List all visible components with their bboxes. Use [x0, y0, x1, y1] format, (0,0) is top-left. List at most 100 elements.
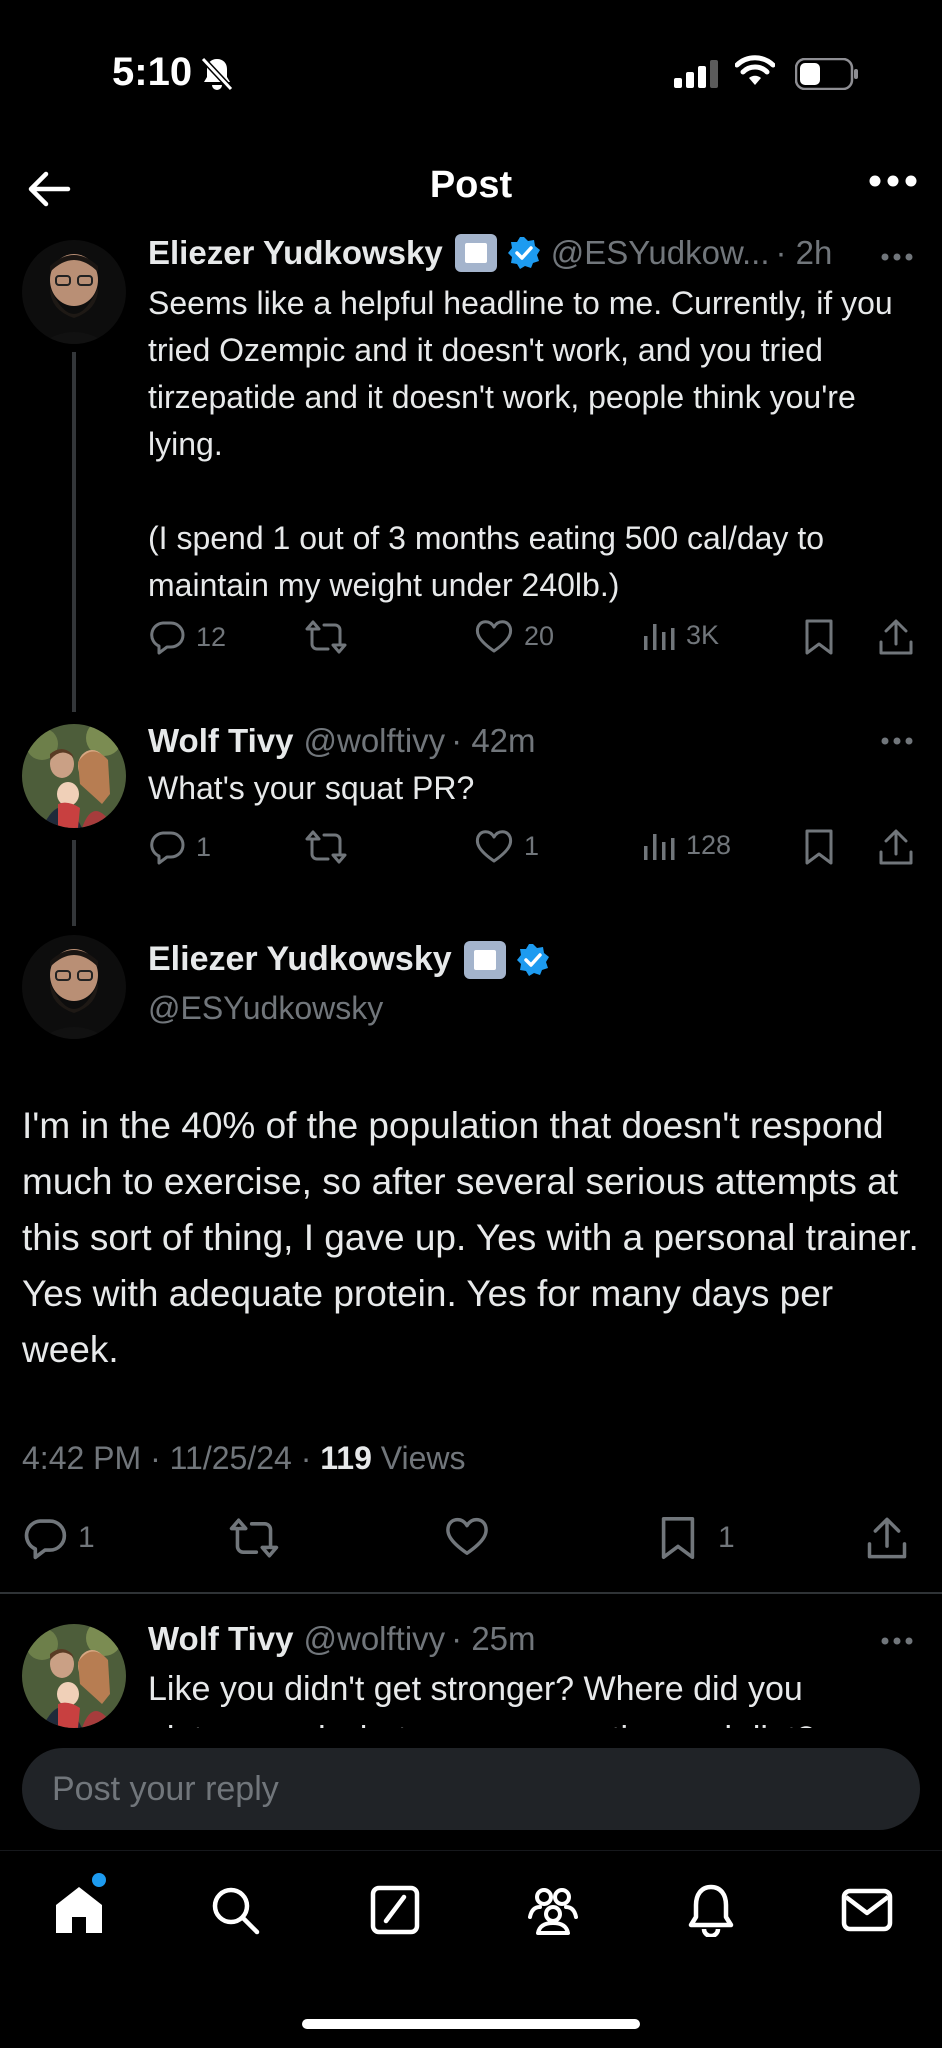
views-icon [644, 834, 675, 860]
repost-button[interactable] [304, 618, 348, 656]
post-time: · 42m [451, 722, 536, 759]
like-button[interactable] [444, 1515, 490, 1557]
nav-notifications[interactable] [686, 1883, 736, 1937]
reply-button[interactable]: 1 [148, 828, 211, 866]
repost-button[interactable] [228, 1515, 280, 1561]
reply-composer [0, 1728, 942, 1848]
verified-badge-icon [507, 236, 541, 270]
reply-input[interactable] [22, 1748, 920, 1830]
view-count: 3K [686, 619, 720, 650]
status-time: 5:10 [112, 50, 193, 94]
reply-button[interactable]: 12 [148, 618, 226, 656]
reply-button[interactable]: 1 [22, 1515, 95, 1561]
avatar-wolf-tivy[interactable] [22, 724, 126, 828]
bookmark-button[interactable] [804, 618, 834, 656]
avatar-eliezer[interactable] [22, 935, 126, 1039]
tweet-actions: 1 1 128 [148, 828, 928, 878]
reply-count: 1 [196, 831, 212, 862]
like-count: 20 [524, 620, 555, 651]
post-metadata: 4:42 PM · 11/25/24 · 119 Views [22, 1440, 466, 1477]
author-handle[interactable]: @wolftivy [303, 722, 445, 760]
notification-dot [92, 1873, 106, 1887]
bookmark-count: 1 [718, 1521, 735, 1554]
tweet-more-icon[interactable] [880, 1636, 914, 1646]
more-icon[interactable] [868, 174, 918, 188]
author-name[interactable]: Wolf Tivy [148, 1620, 293, 1658]
bookmark-icon [805, 829, 833, 865]
bookmark-button[interactable]: 1 [660, 1515, 735, 1561]
cellular-signal-icon [674, 60, 718, 88]
tweet-header: Wolf Tivy @wolftivy · 42m [148, 722, 536, 760]
repost-button[interactable] [304, 828, 348, 866]
like-count: 1 [524, 830, 540, 861]
affiliate-badge-icon [454, 234, 497, 272]
share-icon [879, 619, 913, 655]
messages-icon [841, 1888, 893, 1932]
home-indicator [302, 2019, 640, 2029]
wifi-icon [735, 55, 775, 87]
main-author-name-row: Eliezer Yudkowsky [148, 940, 550, 979]
tweet-actions: 12 20 3K [148, 618, 928, 668]
verified-badge-icon [516, 943, 550, 977]
post-time: · 2h [775, 234, 833, 271]
avatar-eliezer[interactable] [22, 240, 126, 344]
reply-count: 12 [196, 621, 227, 652]
tweet-paragraph: (I spend 1 out of 3 months eating 500 ca… [148, 520, 824, 603]
views-label: Views [371, 1440, 466, 1476]
thread-line [72, 352, 76, 712]
share-button[interactable] [866, 1515, 908, 1561]
tweet-header: Eliezer Yudkowsky @ESYudkow... · 2h [148, 234, 832, 272]
views-icon [644, 624, 675, 650]
tweet-body: What's your squat PR? [148, 770, 475, 806]
share-icon [879, 829, 913, 865]
nav-home[interactable] [52, 1883, 106, 1937]
like-button[interactable]: 1 [474, 828, 539, 864]
tweet-body: Like you didn't get stronger? Where did … [148, 1670, 815, 1728]
like-icon [475, 830, 513, 863]
like-icon [446, 1517, 488, 1555]
view-count: 128 [686, 829, 732, 860]
share-button[interactable] [878, 828, 914, 866]
affiliate-badge-icon [463, 940, 506, 979]
compose-icon [370, 1885, 420, 1935]
thread-line [72, 840, 76, 926]
views-button[interactable]: 128 [642, 828, 731, 862]
communities-icon [528, 1888, 578, 1935]
search-icon [212, 1887, 260, 1935]
share-icon [867, 1517, 907, 1559]
tweet-paragraph: Seems like a helpful headline to me. Cur… [148, 285, 893, 462]
author-name[interactable]: Eliezer Yudkowsky [148, 940, 452, 979]
status-bar: 5:10 [0, 0, 942, 150]
nav-messages[interactable] [840, 1883, 894, 1937]
author-handle[interactable]: @wolftivy [303, 1620, 445, 1658]
views-button[interactable]: 3K [642, 618, 719, 652]
tweet-more-icon[interactable] [880, 252, 914, 262]
page-title: Post [429, 164, 513, 206]
author-name[interactable]: Wolf Tivy [148, 722, 293, 760]
bell-muted-icon [200, 56, 234, 92]
bookmark-button[interactable] [804, 828, 834, 866]
author-name[interactable]: Eliezer Yudkowsky [148, 234, 443, 272]
author-handle[interactable]: @ESYudkowsky [148, 990, 383, 1027]
nav-compose[interactable] [368, 1883, 422, 1937]
repost-icon [229, 1518, 279, 1558]
nav-search[interactable] [208, 1883, 262, 1937]
tweet-header: Wolf Tivy @wolftivy · 25m [148, 1620, 536, 1658]
share-button[interactable] [878, 618, 914, 656]
post-timestamp: 4:42 PM · 11/25/24 · [22, 1440, 321, 1476]
divider [0, 1592, 942, 1594]
bookmark-icon [805, 619, 833, 655]
repost-icon [305, 830, 347, 864]
top-header: Post [0, 150, 942, 236]
post-time: · 25m [451, 1620, 536, 1657]
tweet-body: Seems like a helpful headline to me. Cur… [148, 280, 908, 609]
tweet-more-icon[interactable] [880, 736, 914, 746]
reply-list: Wolf Tivy @wolftivy · 25m Like you didn'… [0, 1598, 942, 1728]
avatar-wolf-tivy[interactable] [22, 1624, 126, 1728]
reply-count: 1 [78, 1521, 95, 1554]
main-post-actions: 1 1 [0, 1515, 942, 1575]
nav-communities[interactable] [524, 1883, 582, 1937]
like-button[interactable]: 20 [474, 618, 554, 654]
like-icon [475, 620, 513, 653]
author-handle[interactable]: @ESYudkow... [551, 234, 770, 272]
